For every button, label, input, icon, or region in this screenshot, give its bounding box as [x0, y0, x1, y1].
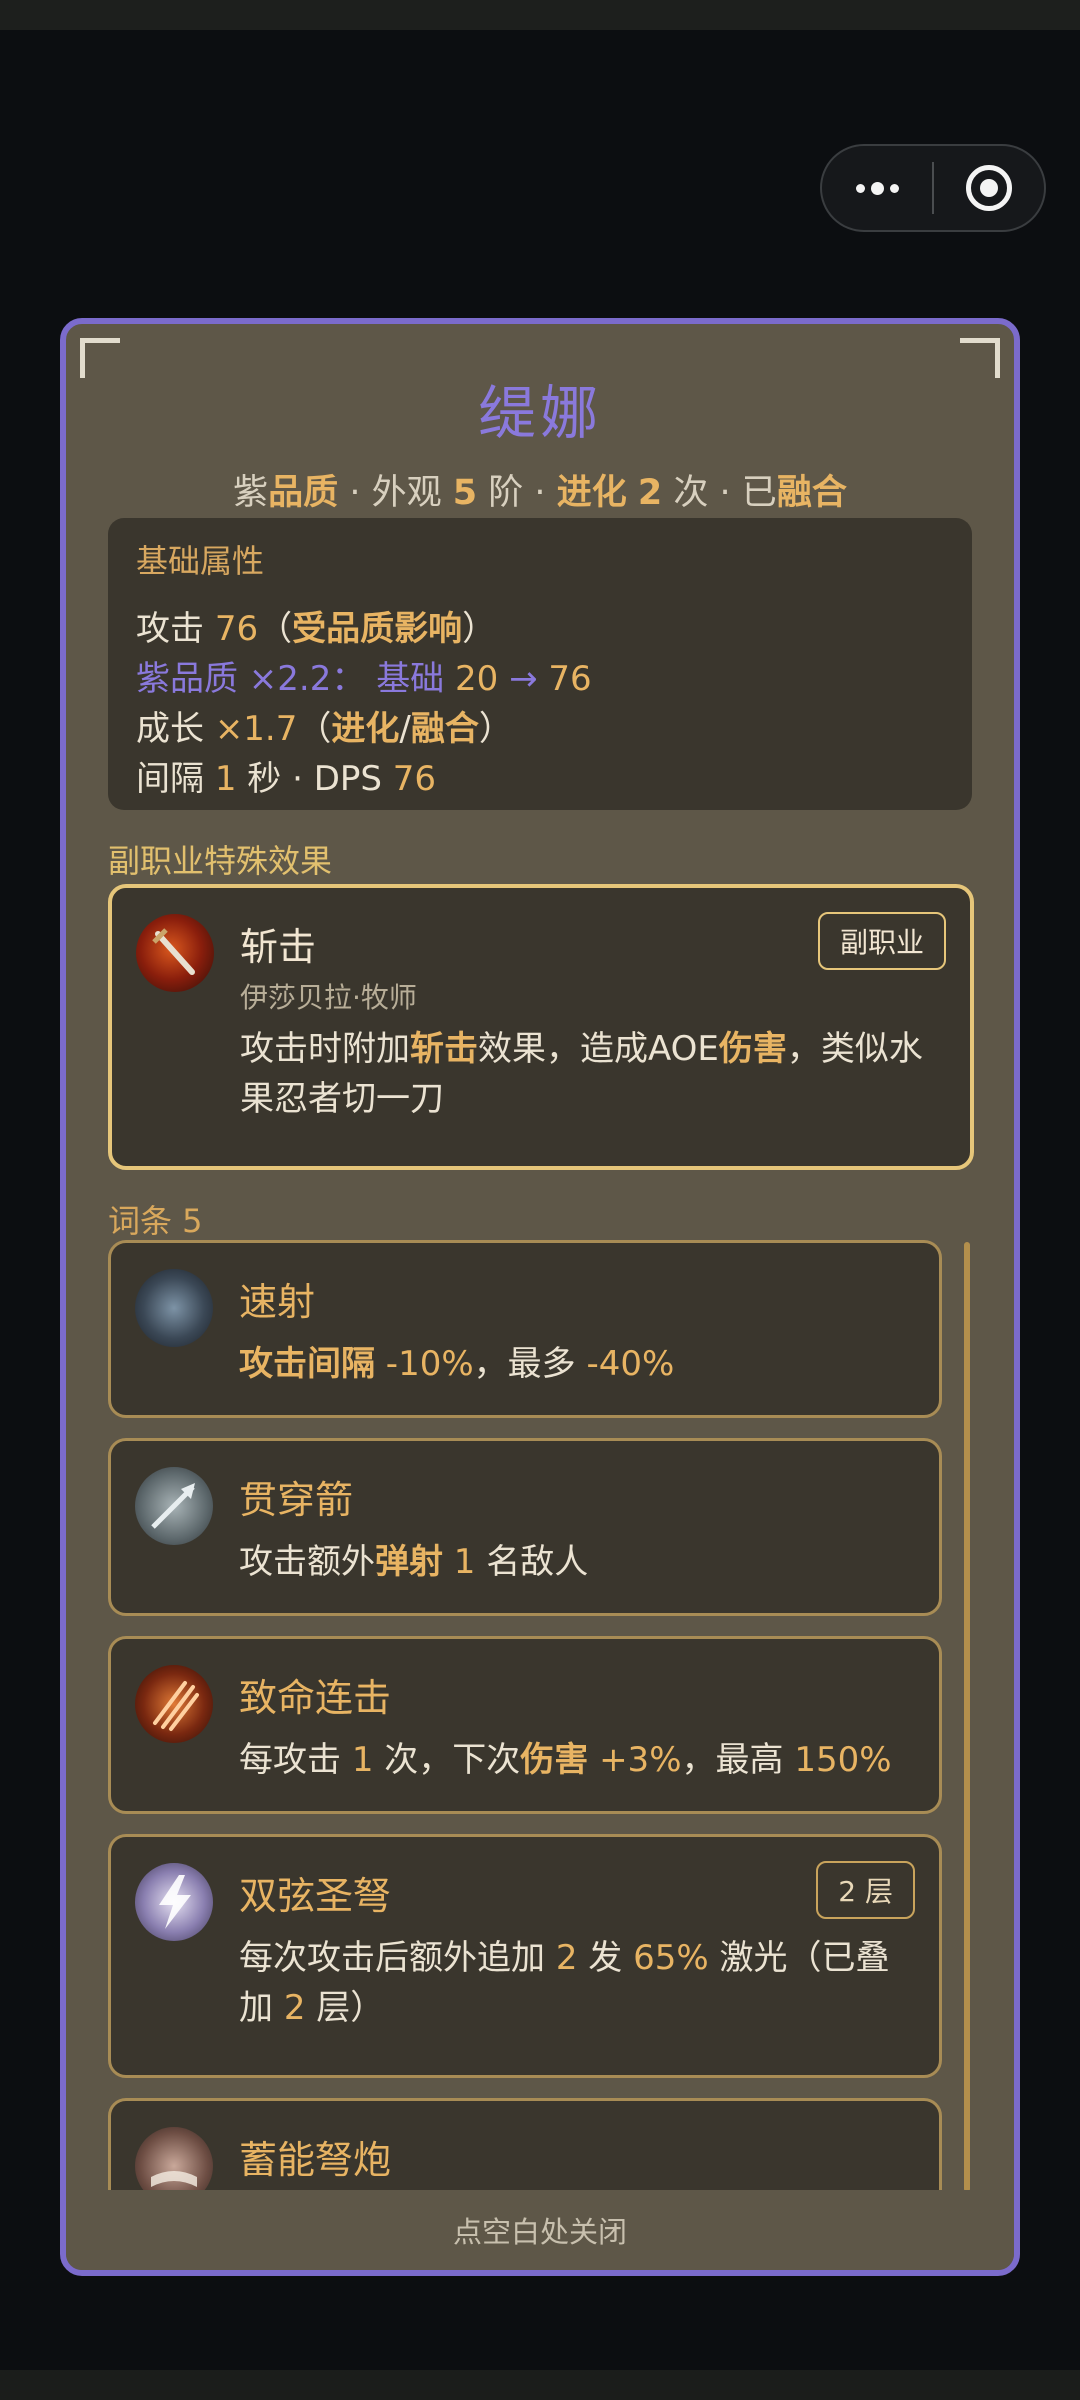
base-attributes-panel: 基础属性 攻击 76（受品质影响） 紫品质 ×2.2： 基础 20 → 76 成… [108, 518, 972, 810]
trait-desc-part: 攻击额外 [239, 1542, 375, 1582]
trait-desc-part: 1 [443, 1542, 487, 1582]
trait-name: 蓄能弩炮 [239, 2138, 392, 2182]
special-effect-card[interactable]: 斩击 伊莎贝拉·牧师 副职业 攻击时附加斩击效果，造成AOE伤害，类似水果忍者切… [108, 884, 974, 1170]
trait-name: 速射 [239, 1280, 316, 1324]
status-bar [0, 0, 1080, 30]
trait-name: 致命连击 [239, 1676, 392, 1720]
quality-line: 紫品质 ×2.2： 基础 20 → 76 [136, 659, 592, 699]
trait-desc-part: 2 [555, 1938, 578, 1978]
piercing-arrow-icon [135, 1467, 213, 1545]
slash-skill-icon [136, 914, 214, 992]
growth-line: 成长 ×1.7（进化/融合） [136, 709, 513, 749]
base-attributes-title: 基础属性 [136, 542, 265, 580]
special-effect-name: 斩击 [240, 925, 317, 969]
trait-card[interactable]: 致命连击 每攻击 1 次，下次伤害 +3%，最高 150% [108, 1636, 942, 1814]
hero-summary: 紫品质 · 外观 5 阶 · 进化 2 次 · 已融合 [233, 473, 847, 513]
critical-claw-icon [135, 1665, 213, 1743]
hero-name: 缇娜 [477, 379, 602, 447]
trait-desc-part: 名敌人 [486, 1542, 589, 1582]
trait-desc-part: 每次攻击后额外追加 [239, 1938, 556, 1978]
boot-icon [135, 1269, 213, 1347]
traits-list[interactable]: 速射 攻击间隔 -10%，最多 -40% 贯穿箭 攻击额外弹射 1 名敌人 致命… [66, 1240, 1014, 2270]
traits-title: 词条 5 [108, 1202, 203, 1240]
trait-desc-part: 150% [794, 1740, 892, 1780]
trait-desc-part: 2 [283, 1988, 306, 2028]
trait-desc-part: -40% [586, 1344, 675, 1384]
stack-badge: 2 层 [816, 1861, 915, 1919]
interval-line: 间隔 1 秒 · DPS 76 [136, 759, 437, 799]
trait-card[interactable]: 贯穿箭 攻击额外弹射 1 名敌人 [108, 1438, 942, 1616]
hero-detail-modal: 缇娜 紫品质 · 外观 5 阶 · 进化 2 次 · 已融合 基础属性 攻击 7… [60, 318, 1020, 2276]
close-hint[interactable]: 点空白处关闭 [66, 2190, 1014, 2270]
trait-desc-part: 1 [351, 1740, 374, 1780]
trait-desc: 攻击间隔 -10%，最多 -40% [239, 1339, 915, 1389]
trait-card[interactable]: 双弦圣弩 2 层 每次攻击后额外追加 2 发 65% 激光（已叠加 2 层） [108, 1834, 942, 2078]
close-miniprogram-button[interactable] [934, 146, 1044, 230]
trait-desc: 每攻击 1 次，下次伤害 +3%，最高 150% [239, 1735, 915, 1785]
trait-desc: 每次攻击后额外追加 2 发 65% 激光（已叠加 2 层） [239, 1933, 915, 2033]
trait-desc-part: 伤害 [520, 1740, 589, 1780]
trait-desc-part: 次，下次 [373, 1740, 521, 1780]
more-button[interactable] [822, 146, 932, 230]
special-effect-desc: 攻击时附加斩击效果，造成AOE伤害，类似水果忍者切一刀 [240, 1029, 923, 1119]
trait-desc-part: 每攻击 [239, 1740, 352, 1780]
miniprogram-capsule [820, 144, 1046, 232]
trait-desc: 攻击额外弹射 1 名敌人 [239, 1537, 915, 1587]
special-effect-source: 伊莎贝拉·牧师 [240, 981, 417, 1014]
trait-name: 双弦圣弩 [239, 1874, 392, 1918]
trait-desc-part: 65% [633, 1938, 709, 1978]
trait-desc-part: ，最高 [681, 1740, 795, 1780]
trait-desc-part: 弹射 [375, 1542, 443, 1582]
trait-name: 贯穿箭 [239, 1478, 354, 1522]
trait-desc-part: -10% [375, 1344, 474, 1384]
traits-scrollbar-thumb[interactable] [964, 1242, 970, 2192]
target-circle-icon [965, 165, 1012, 211]
trait-desc-part: 发 [577, 1938, 634, 1978]
more-dots-icon [855, 181, 899, 195]
lightning-crossbow-icon [135, 1863, 213, 1941]
special-effect-title: 副职业特殊效果 [108, 842, 333, 880]
navigation-bar [0, 2370, 1080, 2400]
trait-desc-part: ，最多 [473, 1344, 587, 1384]
attack-line: 攻击 76（受品质影响） [136, 609, 497, 649]
trait-card[interactable]: 速射 攻击间隔 -10%，最多 -40% [108, 1240, 942, 1418]
subclass-badge: 副职业 [817, 912, 946, 970]
trait-desc-part: 层） [305, 1988, 385, 2028]
trait-desc-part: +3% [588, 1740, 682, 1780]
trait-desc-part: 攻击间隔 [239, 1344, 375, 1384]
